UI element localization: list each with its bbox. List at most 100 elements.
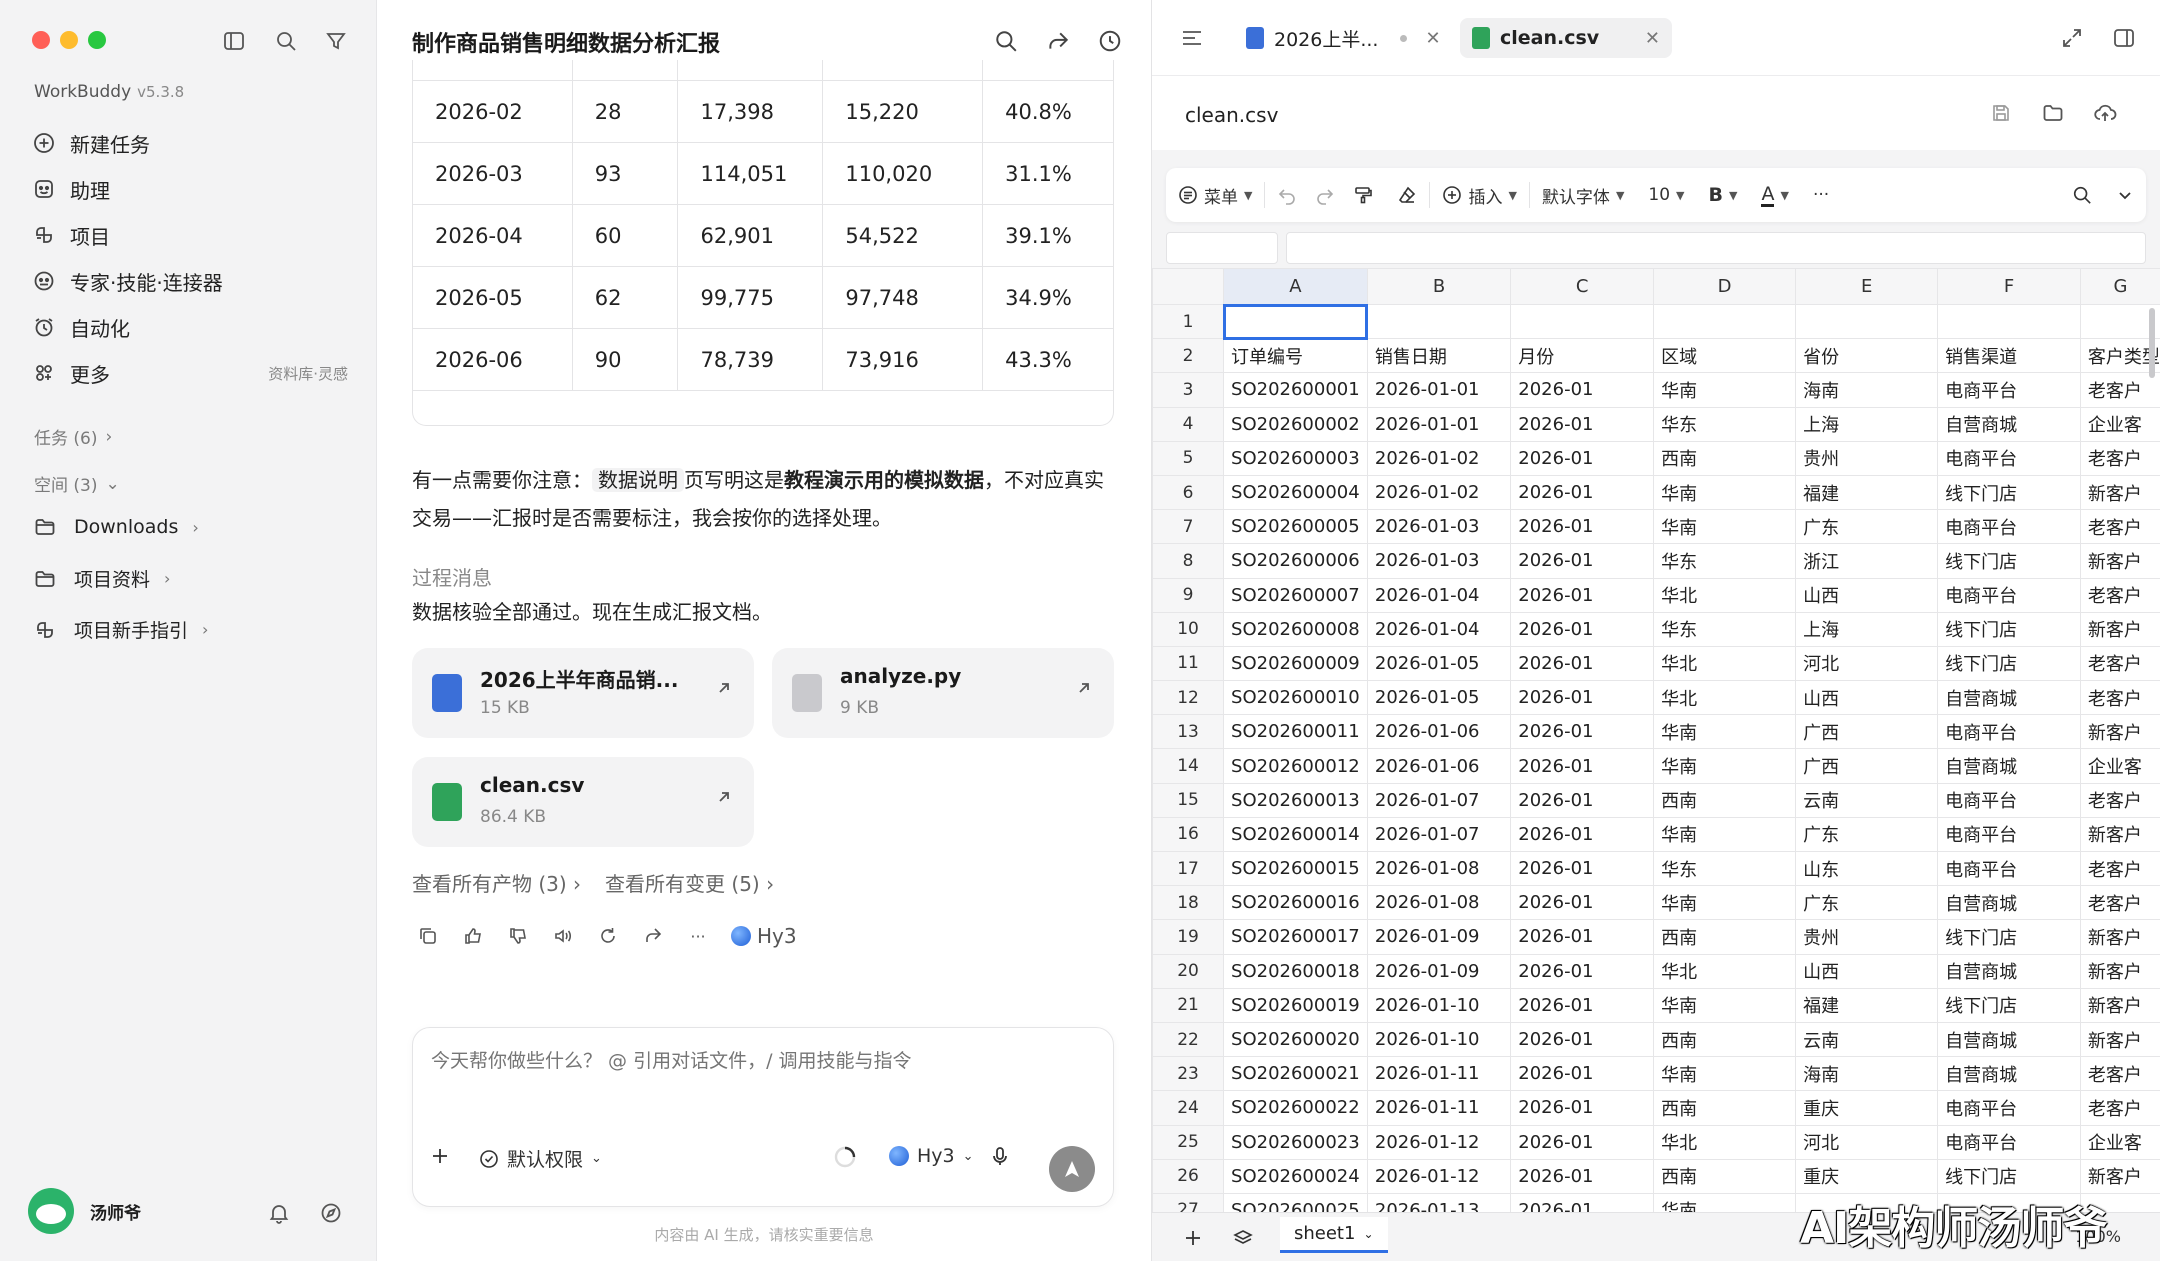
sheet-cell[interactable]: 重庆: [1795, 1158, 1939, 1194]
sheet-cell[interactable]: 重庆: [1795, 1090, 1939, 1126]
permission-dropdown[interactable]: 默认权限 ⌄: [479, 1145, 602, 1172]
row-header[interactable]: 12: [1152, 680, 1225, 716]
sheet-cell[interactable]: 华南: [1653, 987, 1797, 1023]
sheet-cell[interactable]: 2026-01-04: [1366, 611, 1512, 647]
sheet-cell[interactable]: 广东: [1795, 816, 1939, 853]
sheet-cell[interactable]: 企业客: [2079, 748, 2160, 784]
sheet-cell[interactable]: 电商平台: [1937, 372, 2081, 408]
sheet-cell[interactable]: 华东: [1653, 850, 1797, 887]
row-header[interactable]: 25: [1152, 1124, 1225, 1160]
format-painter-icon[interactable]: [1341, 168, 1385, 222]
column-header[interactable]: F: [1937, 268, 2081, 305]
row-header[interactable]: 8: [1152, 543, 1225, 579]
sheet-cell[interactable]: 2026-01: [1510, 953, 1655, 989]
more-tools-button[interactable]: ···: [1801, 168, 1841, 222]
sheet-cell[interactable]: 华北: [1653, 577, 1797, 613]
sheet-cell[interactable]: 订单编号: [1223, 338, 1368, 374]
sheet-cell[interactable]: 2026-01-08: [1366, 885, 1512, 921]
sheet-cell[interactable]: 华南: [1653, 509, 1797, 545]
sheet-cell[interactable]: 线下门店: [1937, 987, 2081, 1023]
sheet-cell[interactable]: [1795, 303, 1939, 340]
view-all-artifacts-link[interactable]: 查看所有产物 (3) ›: [412, 868, 581, 897]
sheet-cell[interactable]: SO202600001: [1223, 372, 1368, 408]
column-header[interactable]: A: [1223, 268, 1368, 305]
sheet-cell[interactable]: 海南: [1795, 372, 1939, 408]
close-tab-icon[interactable]: ✕: [1425, 28, 1440, 49]
sheet-cell[interactable]: 2026-01-11: [1366, 1056, 1512, 1092]
sheet-cell[interactable]: 广东: [1795, 885, 1939, 921]
row-header[interactable]: 15: [1152, 782, 1225, 818]
close-window-button[interactable]: [32, 31, 50, 49]
sheet-cell[interactable]: 销售渠道: [1937, 338, 2081, 374]
search-icon[interactable]: [2060, 168, 2104, 222]
sheet-cell[interactable]: 新客户: [2079, 1158, 2160, 1194]
sheet-cell[interactable]: 新客户: [2079, 474, 2160, 511]
sheet-cell[interactable]: 福建: [1795, 474, 1939, 511]
sheet-cell[interactable]: SO202600016: [1223, 885, 1368, 921]
sheet-cell[interactable]: SO202600025: [1223, 1192, 1368, 1212]
column-header[interactable]: D: [1653, 268, 1797, 305]
spaces-section-toggle[interactable]: 空间 (3) ⌄: [34, 471, 120, 497]
thumbs-down-icon[interactable]: [502, 920, 534, 952]
send-button[interactable]: [1049, 1146, 1095, 1192]
sheet-cell[interactable]: 2026-01-05: [1366, 645, 1512, 682]
sheet-cell[interactable]: 线下门店: [1937, 1158, 2081, 1194]
bold-button[interactable]: B ▼: [1697, 168, 1750, 222]
nav-assistant[interactable]: 助理: [30, 169, 348, 209]
sheet-cell[interactable]: 2026-01-06: [1366, 748, 1512, 784]
view-all-changes-link[interactable]: 查看所有变更 (5) ›: [605, 868, 774, 897]
sheet-cell[interactable]: 线下门店: [1937, 645, 2081, 682]
sheet-cell[interactable]: 电商平台: [1937, 714, 2081, 750]
sheet-cell[interactable]: 2026-01-07: [1366, 782, 1512, 818]
sheet-cell[interactable]: 云南: [1795, 1021, 1939, 1058]
collapse-toolbar-icon[interactable]: [2104, 168, 2146, 222]
sheet-cell[interactable]: 山西: [1795, 680, 1939, 716]
sheet-cell[interactable]: 老客户: [2079, 1090, 2160, 1126]
sheet-cell[interactable]: 2026-01-09: [1366, 919, 1512, 955]
sheet-cell[interactable]: 贵州: [1795, 919, 1939, 955]
sheet-cell[interactable]: 老客户: [2079, 577, 2160, 613]
text-color-button[interactable]: A ▼: [1749, 168, 1800, 222]
sheet-cell[interactable]: 2026-01: [1510, 1090, 1655, 1126]
row-header[interactable]: 11: [1152, 645, 1225, 682]
sheet-cell[interactable]: 线下门店: [1937, 474, 2081, 511]
sheet-cell[interactable]: 华北: [1653, 953, 1797, 989]
sheet-cell[interactable]: 2026-01: [1510, 1021, 1655, 1058]
sheet-cell[interactable]: 2026-01-07: [1366, 816, 1512, 853]
add-sheet-icon[interactable]: [1178, 1223, 1208, 1253]
sheet-cell[interactable]: 自营商城: [1937, 1021, 2081, 1058]
sheet-cell[interactable]: 企业客: [2079, 1124, 2160, 1160]
sheet-cell[interactable]: 上海: [1795, 611, 1939, 647]
sheet-cell[interactable]: 2026-01: [1510, 543, 1655, 579]
add-attachment-button[interactable]: [429, 1145, 451, 1167]
sheet-cell[interactable]: 华南: [1653, 1056, 1797, 1092]
sheet-cell[interactable]: SO202600005: [1223, 509, 1368, 545]
sheet-cell[interactable]: SO202600018: [1223, 953, 1368, 989]
sheet-cell[interactable]: 老客户: [2079, 440, 2160, 476]
sheet-cell[interactable]: 电商平台: [1937, 1124, 2081, 1160]
select-all-corner[interactable]: [1152, 268, 1225, 305]
sheet-cell[interactable]: 2026-01-12: [1366, 1158, 1512, 1194]
sheet-cell[interactable]: 广西: [1795, 714, 1939, 750]
sheet-cell[interactable]: 电商平台: [1937, 850, 2081, 887]
tab-clean-csv[interactable]: clean.csv ✕: [1460, 18, 1672, 58]
font-family-dropdown[interactable]: 默认字体 ▼: [1530, 168, 1636, 222]
sheet-cell[interactable]: 老客户: [2079, 885, 2160, 921]
sheet-cell[interactable]: 老客户: [2079, 509, 2160, 545]
sheet-cell[interactable]: 西南: [1653, 440, 1797, 476]
sheet-cell[interactable]: 自营商城: [1937, 885, 2081, 921]
sheet-cell[interactable]: 2026-01-10: [1366, 1021, 1512, 1058]
row-header[interactable]: 1: [1152, 303, 1225, 340]
sheet-cell[interactable]: 2026-01: [1510, 680, 1655, 716]
nav-new-task[interactable]: 新建任务: [30, 123, 348, 163]
sheet-cell[interactable]: SO202600007: [1223, 577, 1368, 613]
sheet-cell[interactable]: 华南: [1653, 474, 1797, 511]
sheet-cell[interactable]: 2026-01: [1510, 1192, 1655, 1212]
thumbs-up-icon[interactable]: [457, 920, 489, 952]
sheet-cell[interactable]: 新客户: [2079, 1021, 2160, 1058]
sheet-cell[interactable]: 华东: [1653, 611, 1797, 647]
sheet-cell[interactable]: 电商平台: [1937, 816, 2081, 853]
sheet-cell[interactable]: SO202600015: [1223, 850, 1368, 887]
sheet-cell[interactable]: 自营商城: [1937, 748, 2081, 784]
sheet-cell[interactable]: 2026-01-10: [1366, 987, 1512, 1023]
